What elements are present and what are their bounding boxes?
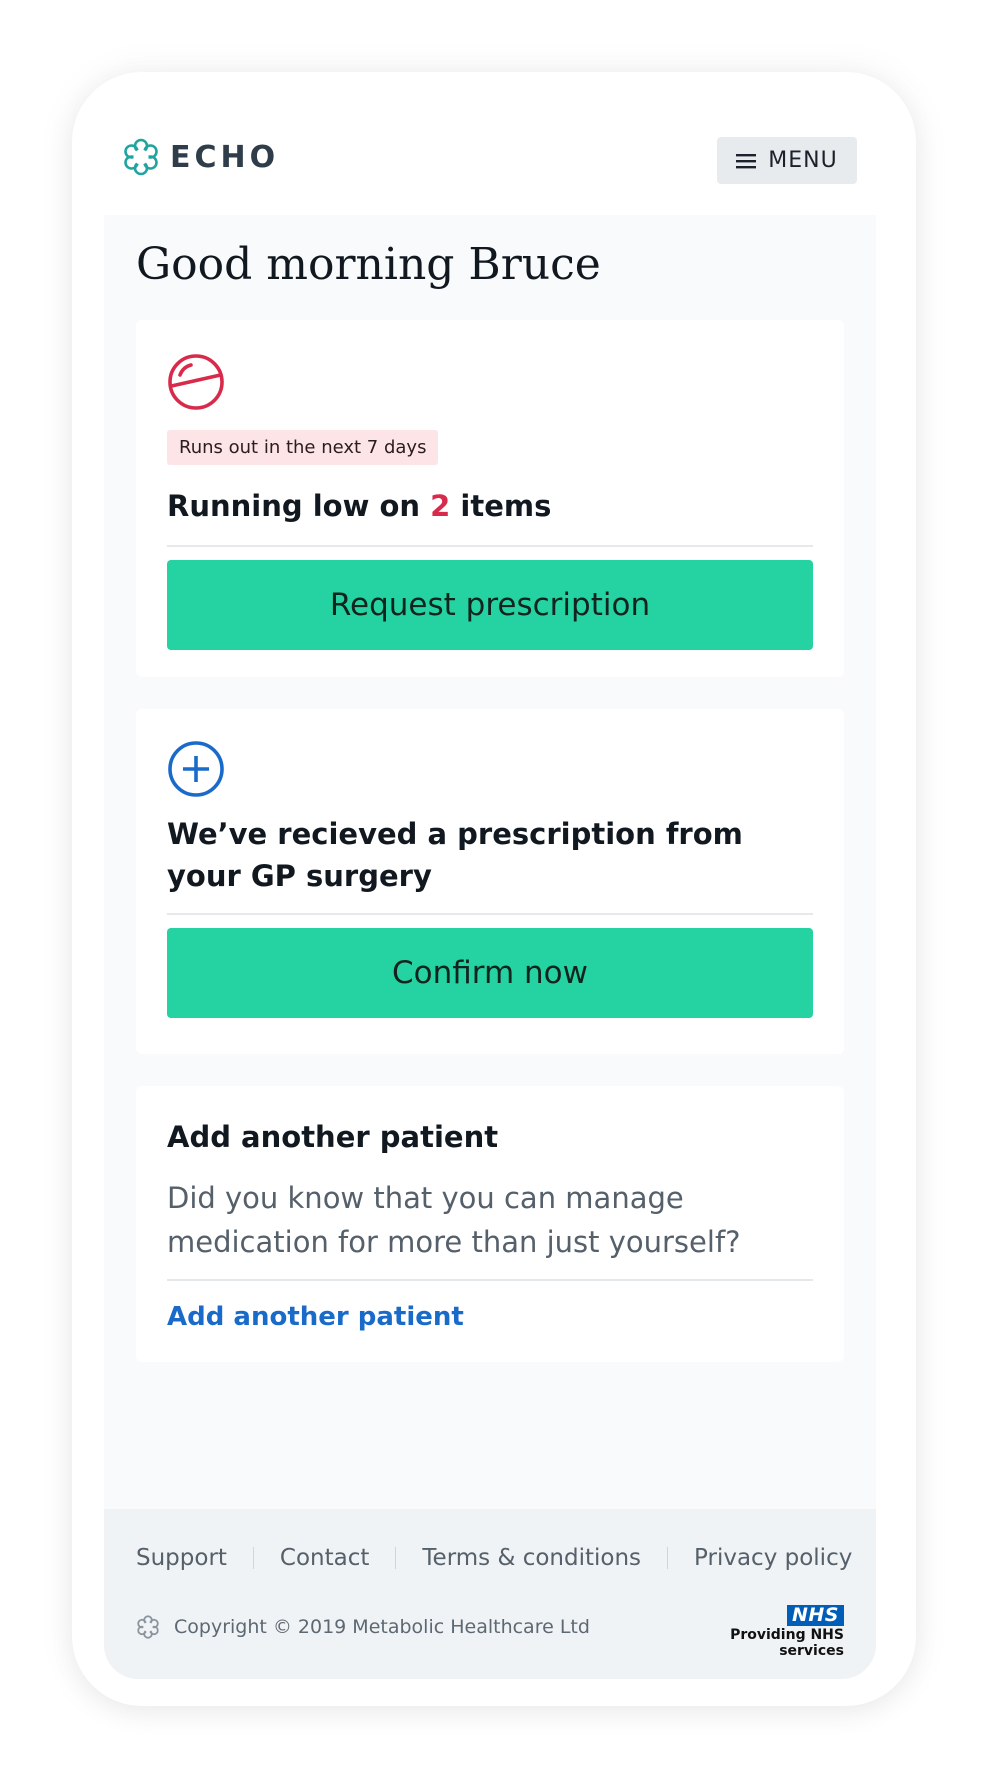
footer-separator <box>395 1547 397 1569</box>
footer-link-support[interactable]: Support <box>136 1545 227 1571</box>
add-patient-card: Add another patient Did you know that yo… <box>136 1086 844 1362</box>
pill-icon <box>168 354 224 410</box>
echo-mark-icon <box>137 1615 159 1639</box>
request-prescription-button[interactable]: Request prescription <box>167 560 813 650</box>
app-screen: ECHO MENU Good morning Bruce Runs out in… <box>104 94 876 1679</box>
add-patient-description: Did you know that you can manage medicat… <box>167 1181 741 1259</box>
main-content: Good morning Bruce Runs out in the next … <box>104 215 876 1509</box>
brand-logo[interactable]: ECHO <box>122 138 279 176</box>
footer-separator <box>252 1547 254 1569</box>
add-patient-link[interactable]: Add another patient <box>167 1302 464 1332</box>
low-stock-title: Running low on 2 items <box>167 485 551 527</box>
brand-name: ECHO <box>170 139 280 175</box>
copyright: Copyright © 2019 Metabolic Healthcare Lt… <box>136 1615 590 1639</box>
low-stock-card: Runs out in the next 7 days Running low … <box>136 320 844 677</box>
hamburger-icon <box>736 153 757 168</box>
footer-links: Support Contact Terms & conditions Priva… <box>136 1545 852 1571</box>
menu-button[interactable]: MENU <box>717 137 857 184</box>
add-patient-title: Add another patient <box>167 1120 499 1154</box>
low-stock-title-prefix: Running low on <box>167 489 431 523</box>
card-divider <box>167 545 813 547</box>
low-stock-title-suffix: items <box>450 489 552 523</box>
footer-link-contact[interactable]: Contact <box>280 1545 369 1571</box>
runs-out-badge: Runs out in the next 7 days <box>167 430 439 465</box>
nhs-badge: NHS Providing NHS services <box>674 1605 844 1659</box>
copyright-text: Copyright © 2019 Metabolic Healthcare Lt… <box>174 1616 590 1638</box>
echo-logo-icon <box>124 138 158 176</box>
prescription-card: We’ve recieved a prescription from your … <box>136 709 844 1054</box>
footer-link-privacy[interactable]: Privacy policy <box>694 1545 852 1571</box>
low-stock-count: 2 <box>430 489 451 523</box>
prescription-title: We’ve recieved a prescription from your … <box>167 817 743 893</box>
confirm-now-button[interactable]: Confirm now <box>167 928 813 1018</box>
plus-circle-icon <box>168 741 224 797</box>
footer: Support Contact Terms & conditions Priva… <box>104 1509 876 1679</box>
card-divider <box>167 1279 813 1281</box>
nhs-text: Providing NHS services <box>730 1627 844 1659</box>
footer-separator <box>667 1547 669 1569</box>
page-title: Good morning Bruce <box>136 239 601 290</box>
app-header: ECHO MENU <box>104 94 876 215</box>
menu-label: MENU <box>768 148 838 173</box>
nhs-logo: NHS <box>787 1605 844 1626</box>
footer-link-terms[interactable]: Terms & conditions <box>422 1545 641 1571</box>
card-divider <box>167 913 813 915</box>
